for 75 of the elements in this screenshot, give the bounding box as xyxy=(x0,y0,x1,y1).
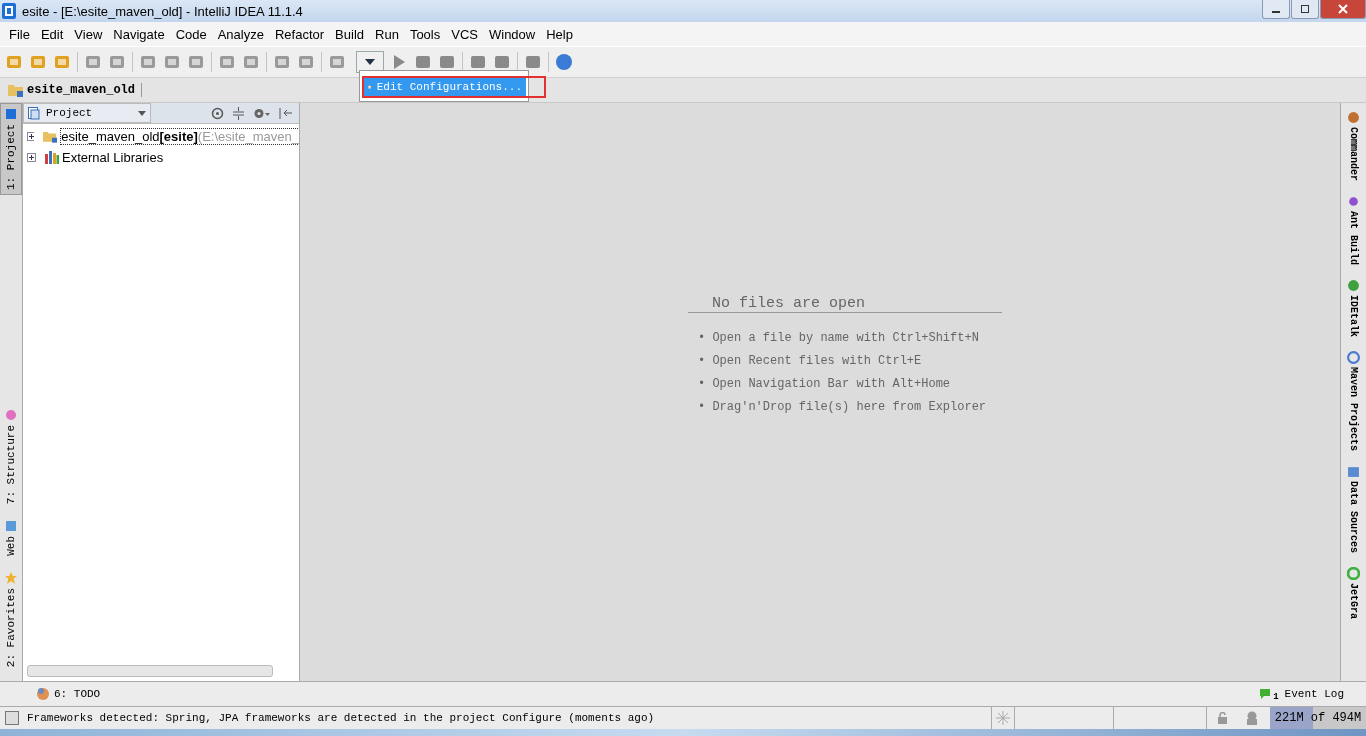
todo-tab[interactable]: 6: TODO xyxy=(36,687,101,701)
tool-window-tab[interactable]: JetGra xyxy=(1347,567,1360,620)
tool-icon xyxy=(5,409,17,421)
close-button[interactable] xyxy=(1320,0,1366,19)
menu-item[interactable]: Window xyxy=(483,26,542,42)
menu-item[interactable]: Build xyxy=(330,26,370,42)
breadcrumb[interactable]: esite_maven_old xyxy=(8,83,143,97)
project-view-icon xyxy=(28,106,40,120)
menu-item[interactable]: Refactor xyxy=(269,26,331,42)
menu-item[interactable]: Edit xyxy=(35,26,70,42)
tool-window-tab[interactable]: IDEtalk xyxy=(1347,279,1360,338)
caret-icon xyxy=(365,59,375,65)
tool-window-tab[interactable]: Web xyxy=(0,516,22,561)
tool-window-tab[interactable]: 7: Structure xyxy=(0,405,22,509)
run-configuration-dropdown[interactable] xyxy=(356,51,384,73)
maximize-icon xyxy=(1300,4,1310,14)
hint-text: • Open Navigation Bar with Alt+Home xyxy=(697,376,952,393)
tool-icon xyxy=(1347,111,1360,124)
close-icon xyxy=(1338,4,1348,14)
caret-icon xyxy=(138,110,146,116)
tool-window-tab[interactable]: Maven Projects xyxy=(1347,351,1360,452)
lock-icon[interactable] xyxy=(1218,712,1227,724)
balloon-icon xyxy=(1259,688,1272,700)
tool-window-tab[interactable]: Ant Build xyxy=(1347,195,1360,266)
tool-icon xyxy=(1347,351,1360,365)
hint-text: • Drag'n'Drop file(s) here from Explorer xyxy=(697,399,988,416)
library-icon xyxy=(45,151,59,164)
folder-icon xyxy=(8,83,24,97)
menu-item[interactable]: Run xyxy=(370,26,405,42)
tool-icon xyxy=(1347,465,1360,479)
tool-icon xyxy=(5,108,17,120)
hide-icon[interactable] xyxy=(279,106,293,120)
locate-icon[interactable] xyxy=(211,106,224,120)
menu-item[interactable]: Tools xyxy=(404,26,447,42)
menu-item[interactable]: Navigate xyxy=(108,26,171,42)
toggle-tool-windows-icon[interactable] xyxy=(5,711,19,725)
help-icon[interactable] xyxy=(555,53,573,71)
expander-icon[interactable] xyxy=(27,132,35,141)
event-log-tab[interactable]: 1 Event Log xyxy=(1259,686,1344,702)
settings-icon[interactable] xyxy=(253,106,271,120)
menu-item[interactable]: Analyze xyxy=(212,26,270,42)
status-message: Frameworks detected: Spring, JPA frameworks are detected in the project Configure (moments ago) xyxy=(27,712,656,724)
tool-icon xyxy=(1347,279,1360,293)
menu-item[interactable]: Code xyxy=(170,26,213,42)
hint-text: • Open a file by name with Ctrl+Shift+N xyxy=(697,330,980,347)
tree-item[interactable]: esite_maven_old[esite](E:\esite_maven_ xyxy=(61,129,299,144)
tool-icon xyxy=(5,572,17,585)
module-folder-icon xyxy=(43,129,59,144)
menu-item[interactable]: Help xyxy=(541,26,579,42)
tool-icon xyxy=(1347,195,1360,208)
inspector-icon[interactable] xyxy=(1245,711,1259,725)
expander-icon[interactable] xyxy=(27,153,36,162)
view-selector[interactable]: Project xyxy=(23,103,151,123)
progress-icon xyxy=(996,711,1010,725)
app-logo-icon xyxy=(2,3,16,19)
tool-icon xyxy=(5,520,17,533)
menu-item[interactable]: File xyxy=(4,26,36,42)
menu-item[interactable]: View xyxy=(69,26,109,42)
tool-window-tab[interactable]: Commander xyxy=(1347,111,1360,181)
tree-item[interactable]: External Libraries xyxy=(62,150,164,165)
tool-icon xyxy=(1347,567,1360,581)
todo-icon xyxy=(36,687,50,701)
tool-window-tab[interactable]: 1: Project xyxy=(0,103,22,195)
minimize-button[interactable] xyxy=(1262,0,1290,19)
memory-indicator[interactable]: 221M of 494M xyxy=(1270,707,1366,729)
menu-item[interactable]: VCS xyxy=(446,26,484,42)
hint-text: • Open Recent files with Ctrl+E xyxy=(697,353,923,370)
collapse-icon[interactable] xyxy=(232,106,245,120)
maximize-button[interactable] xyxy=(1291,0,1319,19)
scrollbar[interactable] xyxy=(27,665,273,677)
tool-window-tab[interactable]: 2: Favorites xyxy=(0,568,22,672)
minimize-icon xyxy=(1272,11,1280,13)
empty-editor-heading: No files are open xyxy=(688,295,1002,313)
window-title: esite - [E:\esite_maven_old] - IntelliJ IDEA 11.1.4 xyxy=(22,3,303,19)
tool-window-tab[interactable]: Data Sources xyxy=(1347,465,1360,554)
